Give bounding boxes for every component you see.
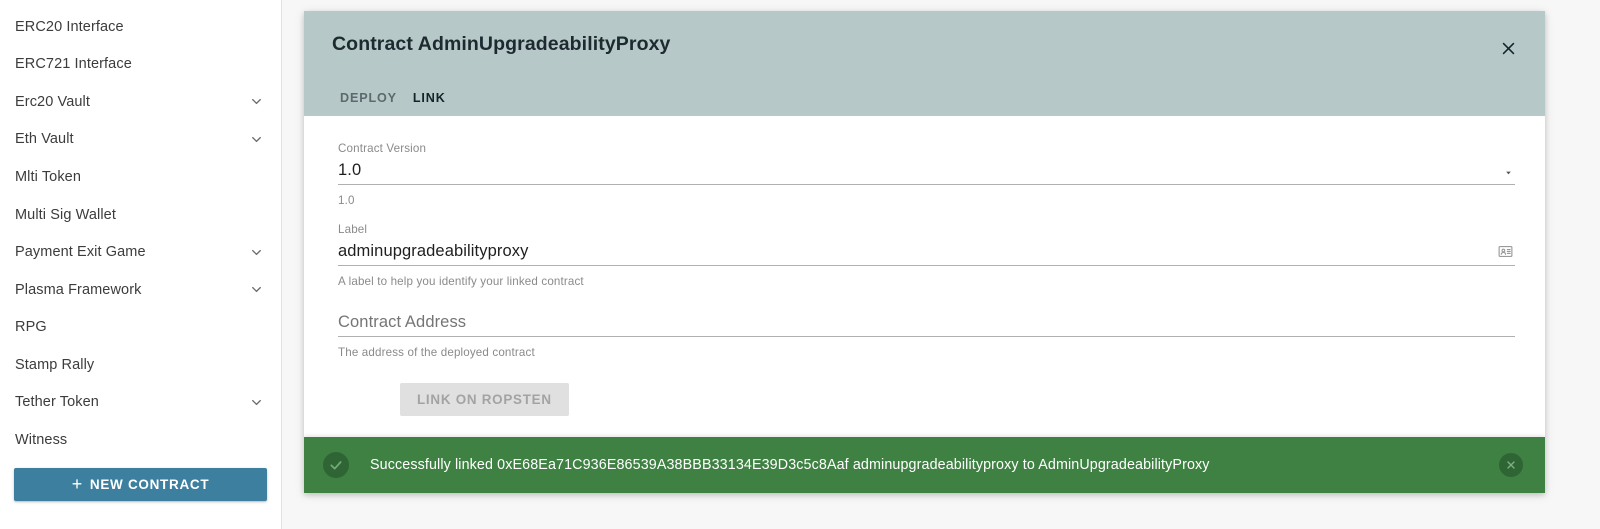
dialog-header: Contract AdminUpgradeabilityProxy DEPLOY… xyxy=(304,11,1545,118)
sidebar-item-label: Witness xyxy=(15,432,68,449)
contract-version-label: Contract Version xyxy=(338,142,427,155)
sidebar-item-label: Multi Sig Wallet xyxy=(15,206,116,223)
contact-card-icon[interactable] xyxy=(1496,242,1515,261)
sidebar-item-label: Plasma Framework xyxy=(15,281,142,298)
dialog-title: Contract AdminUpgradeabilityProxy xyxy=(332,33,671,55)
label-field-help: A label to help you identify your linked… xyxy=(338,275,584,288)
contract-dialog: Contract AdminUpgradeabilityProxy DEPLOY… xyxy=(304,11,1545,493)
tab-link[interactable]: LINK xyxy=(404,91,454,118)
contract-address-field: The address of the deployed contract xyxy=(338,310,1515,359)
sidebar-item-erc20-interface[interactable]: ERC20 Interface xyxy=(0,8,281,46)
contract-version-field: Contract Version 1.0 1.0 xyxy=(338,142,1515,207)
label-field-row xyxy=(338,239,1515,266)
sidebar-item-label: Stamp Rally xyxy=(15,356,95,373)
contract-address-row xyxy=(338,310,1515,337)
dialog-tabs: DEPLOY LINK xyxy=(332,74,454,118)
chevron-down-icon[interactable] xyxy=(248,244,264,260)
contract-version-select[interactable]: 1.0 xyxy=(338,158,1515,185)
contract-version-value: 1.0 xyxy=(338,161,362,180)
sidebar-item-label: RPG xyxy=(15,319,47,336)
main-content: Contract AdminUpgradeabilityProxy DEPLOY… xyxy=(282,0,1600,529)
sidebar-item-label: ERC20 Interface xyxy=(15,18,124,35)
chevron-down-icon[interactable] xyxy=(248,132,264,148)
sidebar-item-witness[interactable]: Witness xyxy=(0,422,281,460)
contract-address-help: The address of the deployed contract xyxy=(338,346,535,359)
link-on-ropsten-button[interactable]: LINK ON ROPSTEN xyxy=(400,383,569,416)
check-circle-icon xyxy=(323,452,349,478)
label-field: Label adminupgradeabilityproxy A label t… xyxy=(338,223,1515,288)
label-field-label: Label xyxy=(338,223,368,236)
success-snackbar: Successfully linked 0xE68Ea71C936E86539A… xyxy=(304,437,1545,493)
sidebar-item-payment-exit-game[interactable]: Payment Exit Game xyxy=(0,234,281,272)
sidebar-item-label: Mlti Token xyxy=(15,168,82,185)
snackbar-message: Successfully linked 0xE68Ea71C936E86539A… xyxy=(370,457,1210,473)
new-contract-container: + NEW CONTRACT xyxy=(0,459,281,502)
chevron-down-icon[interactable] xyxy=(248,395,264,411)
sidebar-item-erc20-vault[interactable]: Erc20 Vault xyxy=(0,83,281,121)
sidebar-item-label: ERC721 Interface xyxy=(15,56,132,73)
label-input[interactable] xyxy=(338,241,1496,262)
tab-deploy[interactable]: DEPLOY xyxy=(332,91,405,116)
sidebar-item-multi-sig-wallet[interactable]: Multi Sig Wallet xyxy=(0,196,281,234)
close-icon[interactable] xyxy=(1499,453,1523,477)
sidebar-item-stamp-rally[interactable]: Stamp Rally xyxy=(0,346,281,384)
sidebar-item-label: Eth Vault xyxy=(15,131,74,148)
sidebar-item-label: Payment Exit Game xyxy=(15,244,146,261)
sidebar-item-erc721-interface[interactable]: ERC721 Interface xyxy=(0,46,281,84)
close-icon[interactable] xyxy=(1493,33,1523,63)
plus-icon: + xyxy=(71,473,83,494)
sidebar-item-mlti-token[interactable]: Mlti Token xyxy=(0,158,281,196)
sidebar-item-eth-vault[interactable]: Eth Vault xyxy=(0,121,281,159)
chevron-down-icon[interactable] xyxy=(248,94,264,110)
sidebar-item-label: Tether Token xyxy=(15,394,99,411)
chevron-down-icon[interactable] xyxy=(1501,165,1515,179)
submit-container: LINK ON ROPSTEN xyxy=(338,383,1515,416)
sidebar-item-tether-token[interactable]: Tether Token xyxy=(0,384,281,422)
sidebar-item-plasma-framework[interactable]: Plasma Framework xyxy=(0,271,281,309)
new-contract-label: NEW CONTRACT xyxy=(89,477,210,493)
contract-address-input[interactable] xyxy=(338,312,1515,333)
sidebar-item-label: Erc20 Vault xyxy=(15,93,90,110)
sidebar: ERC20 Interface ERC721 Interface Erc20 V… xyxy=(0,0,282,529)
app-root: ERC20 Interface ERC721 Interface Erc20 V… xyxy=(0,0,1600,529)
sidebar-item-rpg[interactable]: RPG xyxy=(0,309,281,347)
new-contract-button[interactable]: + NEW CONTRACT xyxy=(14,468,267,502)
contract-version-help: 1.0 xyxy=(338,194,355,207)
chevron-down-icon[interactable] xyxy=(248,282,264,298)
